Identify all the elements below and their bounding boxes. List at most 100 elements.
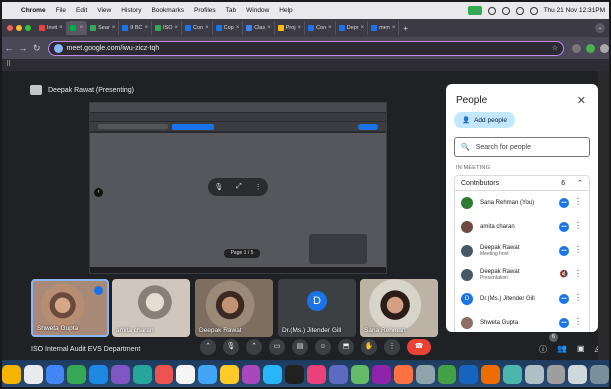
dock-app-icon[interactable] (67, 365, 87, 384)
bookmark-star-icon[interactable]: ☆ (552, 44, 558, 52)
menu-dots-icon[interactable] (599, 43, 609, 53)
menubar-clock[interactable]: Thu 21 Nov 12:31PM (544, 7, 605, 14)
dock-app-icon[interactable] (154, 365, 174, 384)
menu-view[interactable]: View (92, 7, 116, 14)
dock-app-icon[interactable] (568, 365, 588, 384)
dock-app-icon[interactable] (263, 365, 283, 384)
menu-bookmarks[interactable]: Bookmarks (146, 7, 189, 14)
participant-tile[interactable]: Sana Rehman (360, 279, 438, 337)
address-bar[interactable]: meet.google.com/iwu-zicz-tqh ☆ (47, 40, 564, 56)
mic-icon[interactable]: 🎙 (223, 339, 239, 355)
close-tab-icon[interactable]: × (361, 25, 365, 31)
mic-off-icon[interactable]: 🎙 (214, 183, 223, 191)
dock-app-icon[interactable] (307, 365, 326, 384)
dock-app-icon[interactable] (503, 365, 522, 384)
forward-icon[interactable]: → (16, 43, 30, 53)
browser-tab[interactable]: Sear × (87, 21, 120, 35)
close-window-icon[interactable] (7, 25, 13, 31)
fullscreen-icon[interactable]: ⤢ (236, 183, 242, 191)
site-info-icon[interactable] (53, 43, 63, 53)
close-tab-icon[interactable]: × (328, 25, 332, 31)
people-icon[interactable]: 👥 (557, 344, 567, 355)
participant-row[interactable]: Shweta Gupta ••• ⋮ (455, 311, 589, 332)
apps-grid-icon[interactable]: ⠿ (6, 61, 11, 68)
dock-app-icon[interactable] (132, 365, 152, 384)
dock-app-icon[interactable] (23, 365, 43, 384)
participant-row[interactable]: Deepak Rawat Meeting host ••• ⋮ (455, 239, 589, 263)
close-tab-icon[interactable]: × (59, 25, 63, 31)
dock-app-icon[interactable] (285, 365, 304, 384)
dock-app-icon[interactable] (328, 365, 348, 384)
present-screen-icon[interactable]: ⬒ (338, 339, 354, 355)
chevron-up-icon[interactable]: ⌃ (577, 179, 583, 187)
chat-icon[interactable]: ▣ (577, 344, 585, 355)
dock-app-icon[interactable] (459, 365, 479, 384)
browser-tab[interactable]: Clas × (243, 21, 275, 35)
dock-app-icon[interactable] (415, 365, 435, 384)
camera-icon[interactable]: ▭ (269, 339, 285, 355)
chevron-left-icon[interactable]: ‹ (94, 188, 103, 197)
control-center-icon[interactable] (529, 6, 538, 15)
chevron-up-icon[interactable]: ⌃ (200, 339, 216, 355)
dock-app-icon[interactable] (241, 365, 261, 384)
dock-app-icon[interactable] (45, 365, 65, 384)
participant-row[interactable]: Deepak Rawat Presentation 🔇 ⋮ (455, 263, 589, 287)
menu-profiles[interactable]: Profiles (189, 7, 221, 14)
more-options-icon[interactable]: ⋮ (574, 317, 582, 326)
add-people-button[interactable]: 👤 Add people (454, 112, 515, 128)
close-tab-icon[interactable]: × (80, 25, 84, 31)
info-icon[interactable]: ⓘ (539, 344, 547, 355)
shared-screen[interactable]: 🎙 ⤢ ⋮ Page 1 / 5 (89, 102, 387, 274)
people-search-input[interactable]: 🔍 Search for people (454, 137, 590, 157)
raise-hand-icon[interactable]: ✋ (361, 339, 377, 355)
dock-app-icon[interactable] (198, 365, 217, 384)
chevron-up-icon[interactable]: ⌃ (246, 339, 262, 355)
extension-icon[interactable] (571, 43, 581, 53)
dock-app-icon[interactable] (437, 365, 457, 384)
end-call-button[interactable]: ☎ (407, 339, 431, 355)
close-tab-icon[interactable]: × (175, 25, 179, 31)
dock-app-icon[interactable] (2, 365, 21, 384)
participant-tile[interactable]: Shweta Gupta (31, 279, 109, 337)
dock-app-icon[interactable] (219, 365, 239, 384)
close-tab-icon[interactable]: × (112, 25, 116, 31)
browser-tab[interactable]: II BC × (119, 21, 153, 35)
participant-row[interactable]: D Dr.(Ms.) Jitender Gill ••• ⋮ (455, 287, 589, 311)
dock-app-icon[interactable] (524, 365, 544, 384)
dock-app-icon[interactable] (481, 365, 501, 384)
captions-icon[interactable]: ▤ (292, 339, 308, 355)
emoji-icon[interactable]: ☺ (315, 339, 331, 355)
more-options-icon[interactable]: ⋮ (255, 183, 262, 191)
browser-tab[interactable]: Invit × (36, 21, 67, 35)
menu-edit[interactable]: Edit (71, 7, 92, 14)
participant-row[interactable]: amita charan ••• ⋮ (455, 215, 589, 239)
participant-tile[interactable]: Deepak Rawat (195, 279, 273, 337)
participant-tile[interactable]: D Dr.(Ms.) Jitender Gill (278, 279, 356, 337)
dock-app-icon[interactable] (110, 365, 130, 384)
dock-app-icon[interactable] (350, 365, 370, 384)
more-options-icon[interactable]: ⋮ (574, 197, 582, 206)
menu-app[interactable]: Chrome (16, 7, 51, 14)
new-tab-icon[interactable]: + (399, 24, 412, 33)
contributors-group[interactable]: Contributors 6 ⌃ (454, 175, 590, 191)
more-options-icon[interactable]: ⋮ (574, 269, 582, 278)
menu-tab[interactable]: Tab (221, 7, 241, 14)
browser-tab[interactable]: Con × (305, 21, 336, 35)
search-icon[interactable] (515, 6, 524, 15)
more-options-icon[interactable]: ⋮ (574, 293, 582, 302)
close-icon[interactable]: ✕ (577, 94, 586, 107)
close-tab-icon[interactable]: × (392, 25, 396, 31)
minimize-window-icon[interactable] (16, 25, 22, 31)
dock-app-icon[interactable] (89, 365, 108, 384)
screen-recording-icon[interactable] (467, 6, 482, 15)
reload-icon[interactable]: ↻ (30, 43, 44, 54)
menu-help[interactable]: Help (274, 7, 297, 14)
close-tab-icon[interactable]: × (236, 25, 240, 31)
participant-tile[interactable]: amita charan (112, 279, 190, 337)
menu-window[interactable]: Window (241, 7, 274, 14)
wifi-icon[interactable] (501, 6, 510, 15)
close-tab-icon[interactable]: × (298, 25, 302, 31)
dock-app-icon[interactable] (372, 365, 392, 384)
back-icon[interactable]: ← (2, 43, 16, 53)
close-tab-icon[interactable]: × (145, 25, 149, 31)
